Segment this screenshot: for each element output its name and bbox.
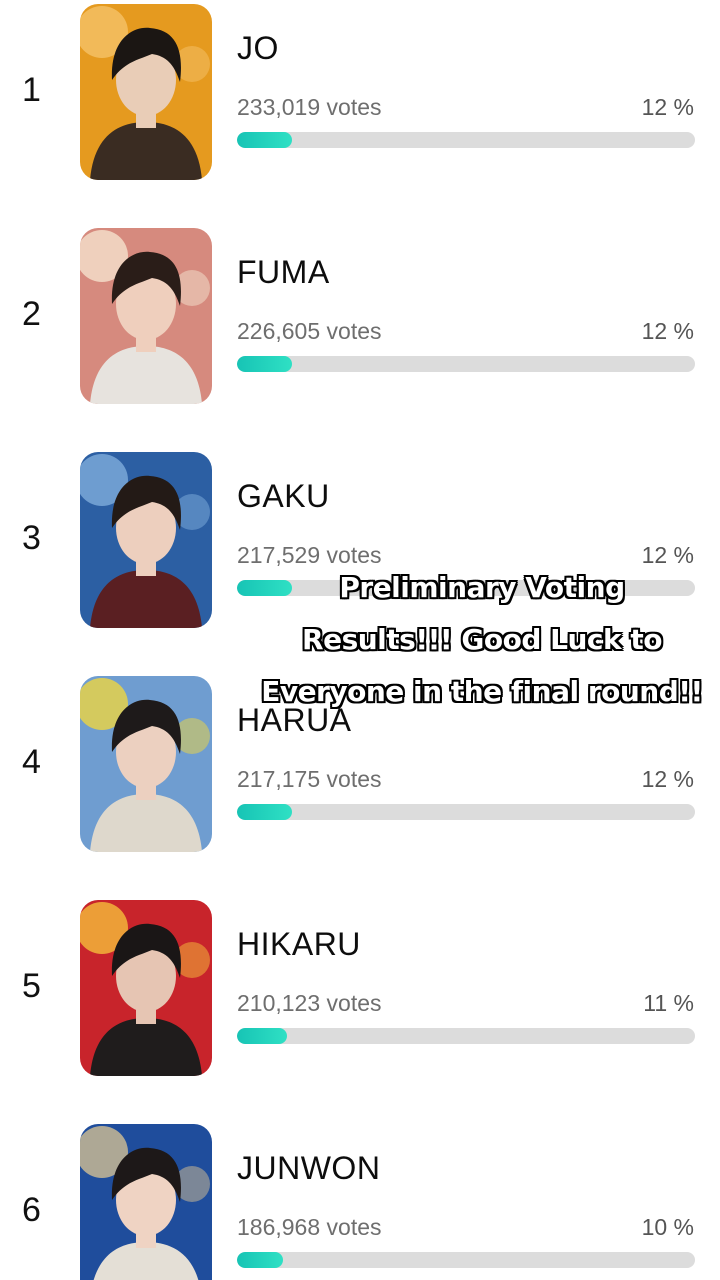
member-name: HIKARU <box>237 926 361 962</box>
rank-number: 5 <box>22 967 41 1005</box>
member-photo[interactable] <box>80 228 212 404</box>
rank-number: 6 <box>22 1191 41 1229</box>
vote-count: 210,123 votes <box>237 990 382 1016</box>
rank-number: 2 <box>22 295 41 333</box>
ranking-row[interactable]: 2 FUMA 226,605 votes 12 % <box>0 224 720 404</box>
progress-fill <box>237 132 292 148</box>
vote-percent: 10 % <box>641 1214 694 1240</box>
member-photo[interactable] <box>80 676 212 852</box>
member-name: GAKU <box>237 478 330 514</box>
member-photo[interactable] <box>80 1124 212 1280</box>
progress-fill <box>237 1028 288 1044</box>
rank-number: 4 <box>22 743 41 781</box>
member-photo[interactable] <box>80 452 212 628</box>
vote-count: 233,019 votes <box>237 94 382 120</box>
member-name: JO <box>237 30 279 66</box>
progress-track <box>237 1028 695 1044</box>
rank-number: 1 <box>22 71 41 109</box>
member-photo[interactable] <box>80 900 212 1076</box>
ranking-row[interactable]: 6 JUNWON 186,968 votes 10 % <box>0 1120 720 1280</box>
vote-count: 217,175 votes <box>237 766 382 792</box>
vote-percent: 12 % <box>641 766 694 792</box>
member-photo[interactable] <box>80 4 212 180</box>
progress-track <box>237 132 695 148</box>
progress-track <box>237 804 695 820</box>
rank-number: 3 <box>22 519 41 557</box>
ranking-row[interactable]: 1 JO 233,019 votes 12 % <box>0 0 720 180</box>
ranking-row[interactable]: 5 HIKARU 210,123 votes 11 % <box>0 896 720 1076</box>
progress-track <box>237 1252 695 1268</box>
vote-percent: 12 % <box>641 94 694 120</box>
member-name: FUMA <box>237 254 330 290</box>
vote-count: 186,968 votes <box>237 1214 382 1240</box>
vote-percent: 11 % <box>643 990 694 1016</box>
progress-fill <box>237 804 292 820</box>
vote-percent: 12 % <box>641 318 694 344</box>
overlay-caption: Preliminary Voting Results!!! Good Luck … <box>261 571 703 708</box>
progress-fill <box>237 1252 283 1268</box>
progress-track <box>237 356 695 372</box>
vote-results-page: 1 JO 233,019 votes 12 % 2 FUMA 226,605 votes 12… <box>0 0 720 1280</box>
vote-count: 226,605 votes <box>237 318 382 344</box>
member-name: JUNWON <box>237 1150 381 1186</box>
progress-fill <box>237 356 292 372</box>
